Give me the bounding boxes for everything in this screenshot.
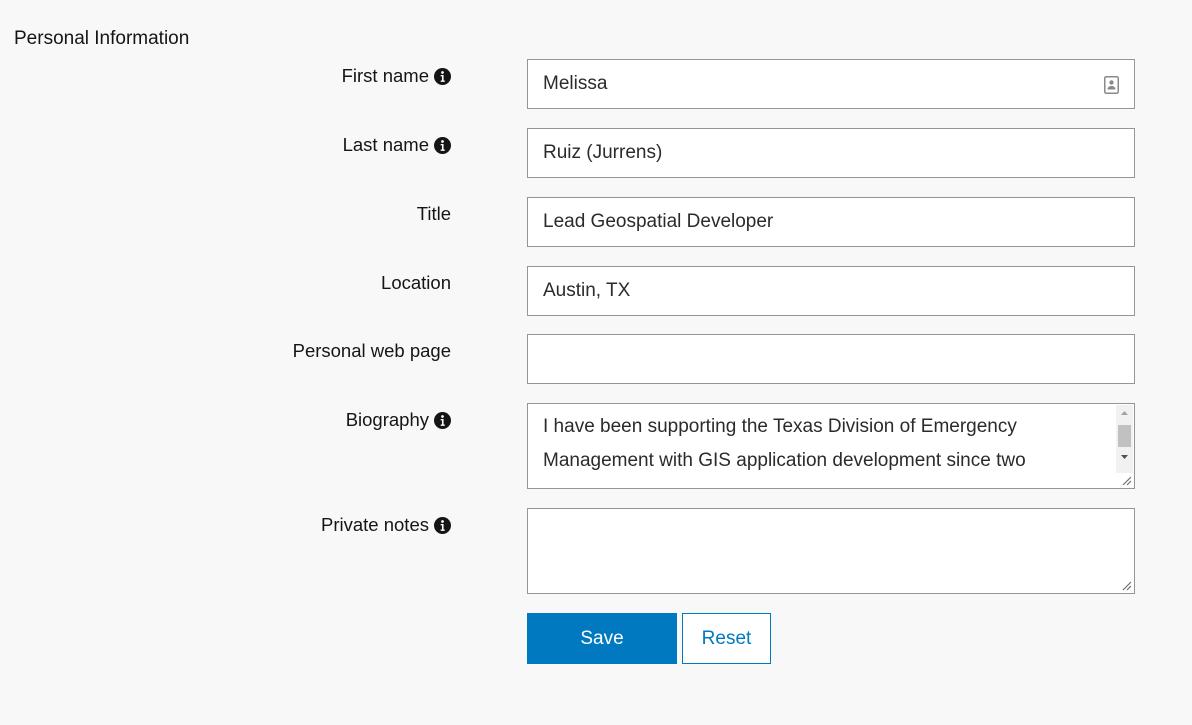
location-value: Austin, TX [543,280,631,301]
title-label: Title [416,203,451,224]
resize-grip-icon[interactable] [1120,579,1132,591]
title-input[interactable]: Lead Geospatial Developer [527,197,1135,247]
scroll-up-icon[interactable] [1116,405,1133,421]
location-label: Location [381,272,451,293]
last-name-value: Ruiz (Jurrens) [543,142,663,163]
first-name-input[interactable]: Melissa [527,59,1135,109]
private-notes-label: Private notes [321,514,429,535]
web-page-input[interactable] [527,334,1135,384]
location-input[interactable]: Austin, TX [527,266,1135,316]
last-name-label: Last name [342,134,429,155]
info-icon[interactable] [434,516,451,534]
first-name-label: First name [341,65,429,86]
info-icon[interactable] [434,67,451,85]
private-notes-textarea[interactable] [527,508,1135,594]
section-title: Personal Information [14,28,190,49]
biography-label: Biography [345,409,429,430]
reset-button[interactable]: Reset [682,613,771,664]
last-name-input[interactable]: Ruiz (Jurrens) [527,128,1135,178]
scroll-down-icon[interactable] [1116,449,1133,465]
location-label-row: Location [381,272,451,294]
title-label-row: Title [417,203,451,225]
contact-card-icon[interactable] [1104,76,1119,94]
first-name-label-row: First name [342,65,451,87]
private-notes-label-row: Private notes [321,514,451,536]
scroll-thumb[interactable] [1118,425,1131,447]
biography-textarea[interactable]: I have been supporting the Texas Divisio… [527,403,1135,489]
info-icon[interactable] [434,136,451,154]
info-icon[interactable] [434,411,451,429]
profile-form-page: Personal Information First name Melissa … [0,0,1192,725]
resize-grip-icon[interactable] [1120,474,1132,486]
title-value: Lead Geospatial Developer [543,211,774,232]
web-page-label-row: Personal web page [293,340,451,362]
save-button[interactable]: Save [527,613,677,664]
biography-value: I have been supporting the Texas Divisio… [543,416,1026,471]
private-notes-value [543,522,1110,590]
last-name-label-row: Last name [343,134,451,156]
biography-scrollbar[interactable] [1116,405,1133,473]
biography-label-row: Biography [346,409,451,431]
first-name-value: Melissa [543,73,608,94]
web-page-label: Personal web page [292,340,451,361]
